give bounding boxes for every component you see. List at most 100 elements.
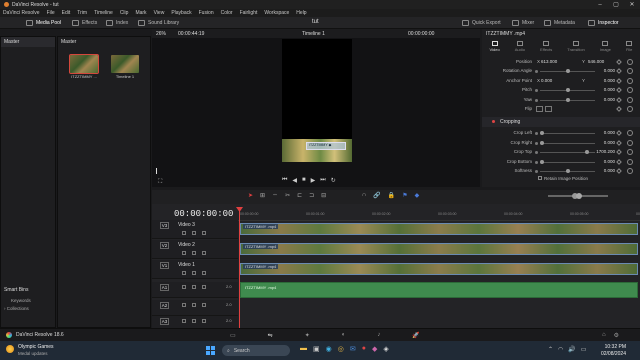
lock-track-icon[interactable] — [182, 251, 186, 255]
store-icon[interactable]: ▣ — [313, 345, 320, 353]
keyframe-icon[interactable] — [616, 106, 622, 112]
softness-slider-knob[interactable] — [565, 169, 570, 173]
mute-button[interactable] — [202, 319, 206, 323]
keyframe-icon[interactable] — [616, 168, 622, 174]
file-explorer-icon[interactable]: ▬ — [300, 345, 307, 353]
loop-icon[interactable]: ↻ — [331, 177, 336, 184]
stop-icon[interactable]: ■ — [302, 177, 306, 184]
enable-dot-icon[interactable] — [492, 120, 495, 123]
track-id[interactable]: A3 — [160, 318, 169, 325]
clock-time[interactable]: 10:32 PM — [596, 344, 626, 350]
solo-button[interactable] — [192, 303, 196, 307]
inspector-button[interactable]: Inspector — [588, 19, 619, 27]
lock-track-icon[interactable] — [182, 303, 186, 307]
bin-master[interactable]: Master — [1, 37, 55, 47]
fairlight-page-icon[interactable]: ♪ — [377, 332, 380, 339]
flip-horizontal-icon[interactable] — [536, 106, 543, 112]
menu-item-edit[interactable]: Edit — [62, 10, 71, 16]
index-button[interactable]: Index — [106, 19, 128, 27]
inspector-tab-effects[interactable]: Effects — [540, 39, 552, 57]
track-name[interactable]: Video 1 — [178, 262, 195, 268]
scrubber-handle[interactable] — [156, 168, 157, 174]
menu-item-trim[interactable]: Trim — [77, 10, 87, 16]
keyframe-icon[interactable] — [616, 59, 622, 65]
yaw-slider-knob[interactable] — [565, 97, 570, 102]
flag-icon[interactable]: ⚑ — [402, 192, 407, 199]
deliver-page-icon[interactable]: 🚀 — [412, 332, 419, 339]
auto-select-icon[interactable] — [192, 231, 196, 235]
collections-bin[interactable]: › Collections — [4, 306, 29, 311]
track-header-v3[interactable]: V3 Video 3 — [152, 220, 238, 239]
keyframe-icon[interactable] — [616, 149, 622, 155]
keyframe-icon[interactable] — [616, 68, 622, 74]
keyframe-icon[interactable] — [616, 77, 622, 84]
sound-library-button[interactable]: Sound Library — [138, 19, 179, 27]
track-id[interactable]: A1 — [160, 284, 169, 291]
crop-left-value[interactable]: 0.000 — [595, 130, 615, 135]
app-icon-multicolor[interactable]: ◆ — [372, 345, 377, 353]
menu-item-mark[interactable]: Mark — [135, 10, 146, 16]
volume-icon[interactable]: 🔊 — [568, 346, 575, 353]
lock-track-icon[interactable] — [182, 319, 186, 323]
clock-date[interactable]: 02/08/2024 — [592, 351, 626, 357]
retain-image-position-checkbox[interactable]: Retain Image Position — [538, 176, 588, 181]
cropping-section-header[interactable]: Cropping — [482, 117, 640, 127]
news-widget-icon[interactable] — [6, 345, 14, 353]
menu-item-clip[interactable]: Clip — [120, 10, 129, 16]
quick-export-button[interactable]: Quick Export — [462, 19, 501, 27]
reset-icon[interactable] — [627, 106, 633, 112]
maximize-icon[interactable]: ▢ — [608, 0, 624, 9]
close-icon[interactable]: ✕ — [624, 0, 640, 9]
menu-item-timeline[interactable]: Timeline — [94, 10, 113, 16]
solo-button[interactable] — [192, 285, 196, 289]
softness-value[interactable]: 0.000 — [595, 168, 615, 173]
media-page-icon[interactable]: ▭ — [230, 332, 236, 339]
flip-vertical-icon[interactable] — [545, 106, 552, 112]
battery-icon[interactable]: ▭ — [581, 346, 587, 353]
pitch-slider-knob[interactable] — [565, 88, 570, 92]
link-icon[interactable]: 🔗 — [373, 192, 380, 199]
crop-bottom-slider[interactable] — [540, 161, 595, 163]
rotation-angle-slider-knob[interactable] — [565, 69, 570, 73]
reset-icon[interactable] — [627, 158, 633, 165]
go-to-end-icon[interactable]: ⏭ — [320, 177, 325, 184]
crop-top-value[interactable]: 1700.200 — [595, 149, 615, 154]
minimize-icon[interactable]: – — [592, 0, 608, 9]
selection-tool-icon[interactable]: ➤ — [248, 192, 253, 199]
chrome-icon[interactable]: ◎ — [338, 345, 344, 353]
media-clip-thumbnail[interactable] — [69, 54, 99, 74]
track-header-v1[interactable]: V1 Video 1 — [152, 260, 238, 279]
menu-item-color[interactable]: Color — [221, 10, 233, 16]
keyframe-icon[interactable] — [616, 87, 622, 93]
lock-track-icon[interactable] — [182, 271, 186, 275]
trim-tool-icon[interactable]: ⊞ — [260, 192, 265, 199]
inspector-tab-video[interactable]: Video — [490, 39, 500, 57]
insert-icon[interactable]: ⊏ — [297, 192, 302, 199]
track-header-v2[interactable]: V2 Video 2 — [152, 240, 238, 259]
track-name[interactable]: Video 2 — [178, 242, 195, 248]
enable-track-icon[interactable] — [202, 251, 206, 255]
settings-icon[interactable]: ⚙ — [614, 332, 619, 339]
inspector-tab-image[interactable]: Image — [600, 39, 611, 57]
menu-item-workspace[interactable]: Workspace — [264, 10, 289, 16]
davinci-taskbar-icon[interactable]: ◈ — [383, 345, 388, 353]
chevron-up-icon[interactable]: ⌃ — [548, 346, 553, 353]
position-y-field[interactable]: 546.000 — [588, 59, 604, 64]
news-title[interactable]: Olympic Games — [18, 344, 54, 350]
crop-top-slider-knob[interactable] — [584, 150, 589, 154]
timeline-ruler[interactable]: 00:00:00:00 00:00:01:00 00:00:02:00 00:00:0… — [238, 207, 640, 221]
auto-select-icon[interactable] — [192, 271, 196, 275]
reset-icon[interactable] — [627, 96, 633, 103]
keyframe-icon[interactable] — [616, 130, 622, 136]
reset-icon[interactable] — [627, 149, 633, 155]
timeline-thumbnail[interactable] — [111, 55, 139, 73]
menu-item-fairlight[interactable]: Fairlight — [240, 10, 258, 16]
track-id[interactable]: V2 — [160, 242, 169, 249]
edit-page-icon[interactable]: ⇋ — [268, 332, 273, 339]
keyframe-icon[interactable] — [616, 96, 622, 103]
blade-tool-icon[interactable]: ✂ — [285, 192, 290, 199]
snapping-icon[interactable]: ∩ — [362, 192, 366, 199]
reset-icon[interactable] — [627, 59, 633, 65]
metadata-button[interactable]: Metadata — [544, 19, 575, 27]
edge-icon[interactable]: ◉ — [326, 345, 332, 353]
